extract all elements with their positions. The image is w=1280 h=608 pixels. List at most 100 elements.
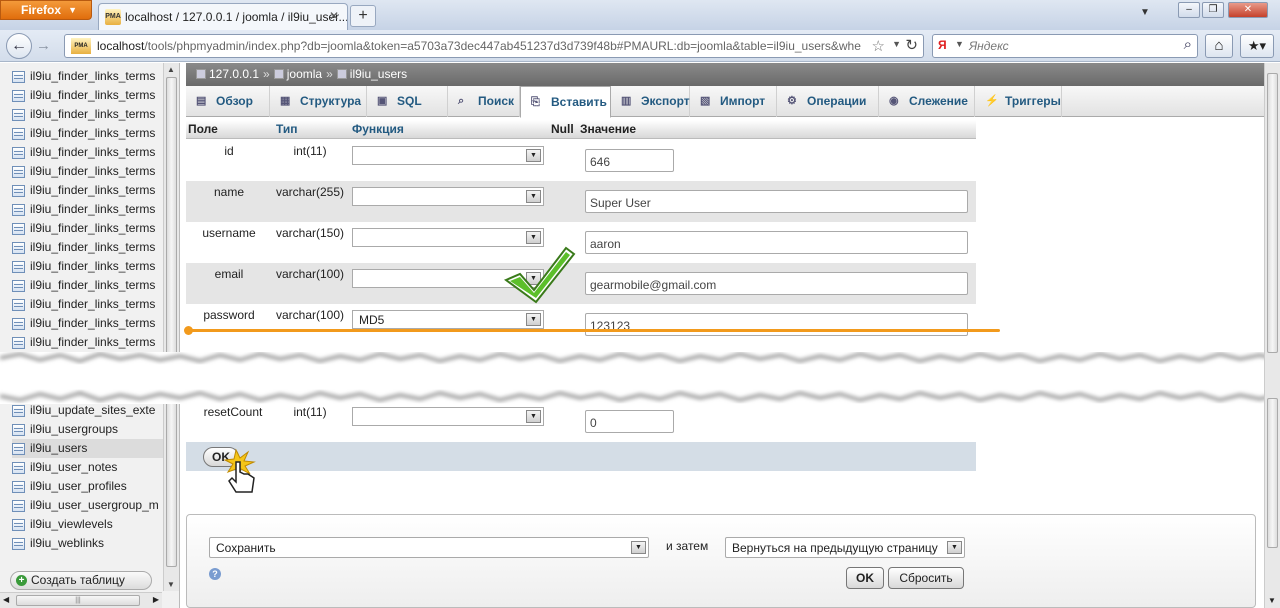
sidebar-table-item[interactable]: il9iu_usergroups	[12, 420, 172, 439]
browser-tab[interactable]: PMA localhost / 127.0.0.1 / joomla / il9…	[98, 3, 348, 30]
value-input[interactable]: 0	[585, 410, 674, 433]
value-input[interactable]: 646	[585, 149, 674, 172]
minimize-button[interactable]: –	[1178, 2, 1200, 18]
sidebar-table-item[interactable]: il9iu_finder_links_terms	[12, 295, 172, 314]
tab-operations[interactable]: ⚙ Операции	[777, 86, 879, 117]
search-field[interactable]: Я ▼ Яндекс ⌕	[932, 34, 1198, 58]
row-ok-bar: OK	[186, 442, 976, 471]
maximize-button[interactable]: ❐	[1202, 2, 1224, 18]
close-window-button[interactable]: ✕	[1228, 2, 1268, 18]
bookmarks-button[interactable]: ★▾	[1240, 34, 1274, 58]
home-button[interactable]: ⌂	[1205, 34, 1233, 58]
sidebar-table-item[interactable]: il9iu_weblinks	[12, 534, 172, 553]
bookmark-star-icon[interactable]: ☆	[868, 37, 885, 55]
sidebar-horizontal-scrollbar[interactable]: ◀ ||| ▶	[0, 592, 162, 608]
tab-sql[interactable]: ▣ SQL	[367, 86, 448, 117]
forward-button[interactable]: →	[36, 37, 51, 54]
sidebar-table-item[interactable]: il9iu_finder_links_terms	[12, 162, 172, 181]
scroll-left-icon[interactable]: ◀	[3, 595, 9, 604]
table-icon	[12, 337, 25, 349]
tab-insert[interactable]: ⎘ Вставить	[520, 86, 611, 118]
scroll-thumb[interactable]	[166, 77, 177, 357]
scroll-right-icon[interactable]: ▶	[153, 595, 159, 604]
help-icon[interactable]: ?	[209, 568, 221, 580]
sidebar-table-item[interactable]: il9iu_finder_links_terms	[12, 105, 172, 124]
sidebar-table-item[interactable]: il9iu_finder_links_terms	[12, 219, 172, 238]
chevron-down-icon: ▼	[526, 231, 541, 244]
firefox-menu-button[interactable]: Firefox ▼	[0, 0, 92, 20]
submit-ok-button[interactable]: OK	[846, 567, 884, 589]
sidebar-table-item[interactable]: il9iu_user_profiles	[12, 477, 172, 496]
scroll-thumb[interactable]	[166, 397, 177, 567]
sidebar-table-item[interactable]: il9iu_finder_links_terms	[12, 86, 172, 105]
sidebar-table-item[interactable]: il9iu_finder_links_terms	[12, 257, 172, 276]
sidebar-table-item[interactable]: il9iu_finder_links_terms	[12, 200, 172, 219]
tab-export[interactable]: ▥ Экспорт	[611, 86, 690, 117]
sidebar-table-item[interactable]: il9iu_finder_links_terms	[12, 238, 172, 257]
tab-search[interactable]: ⌕ Поиск	[448, 86, 520, 117]
value-input[interactable]: 123123	[585, 313, 968, 336]
sidebar-table-item[interactable]: il9iu_users	[12, 439, 172, 458]
breadcrumb-server[interactable]: 127.0.0.1	[209, 67, 259, 81]
scroll-thumb[interactable]	[1267, 73, 1278, 353]
scroll-up-icon[interactable]: ▲	[167, 65, 175, 74]
tab-browse[interactable]: ▤ Обзор	[186, 86, 270, 117]
breadcrumb-table[interactable]: il9iu_users	[350, 67, 407, 81]
breadcrumb-database[interactable]: joomla	[287, 67, 322, 81]
sidebar-table-item[interactable]: il9iu_finder_links_terms	[12, 181, 172, 200]
server-icon	[196, 69, 206, 79]
url-bar[interactable]: PMA localhost/tools/phpmyadmin/index.php…	[64, 34, 924, 58]
action-select[interactable]: Сохранить ▼	[209, 537, 649, 558]
sidebar-table-item[interactable]: il9iu_user_usergroup_m	[12, 496, 172, 515]
field-type: varchar(100)	[275, 308, 345, 322]
table-icon	[12, 424, 25, 436]
reload-icon[interactable]: ↻	[905, 36, 918, 54]
tab-list-icon[interactable]: ▼	[1140, 7, 1150, 18]
search-icon[interactable]: ⌕	[1184, 36, 1192, 53]
scroll-down-icon[interactable]: ▼	[1268, 596, 1276, 605]
tab-structure[interactable]: ▦ Структура	[270, 86, 367, 117]
function-select[interactable]: ▼	[352, 187, 544, 206]
search-engine-dropdown-icon[interactable]: ▼	[955, 39, 964, 49]
sidebar-table-item[interactable]: il9iu_finder_links_terms	[12, 314, 172, 333]
tab-import[interactable]: ▧ Импорт	[690, 86, 777, 117]
header-function[interactable]: Функция	[352, 122, 404, 136]
field-name: name	[213, 185, 245, 199]
reset-button[interactable]: Сбросить	[888, 567, 964, 589]
chevron-down-icon: ▼	[526, 272, 541, 285]
function-select[interactable]: ▼	[352, 407, 544, 426]
scroll-thumb[interactable]: |||	[16, 595, 140, 606]
sidebar-table-item[interactable]: il9iu_finder_links_terms	[12, 333, 172, 352]
create-table-button[interactable]: + Создать таблицу	[10, 571, 152, 590]
url-history-dropdown-icon[interactable]: ▼	[892, 39, 901, 49]
sidebar-table-item[interactable]: il9iu_finder_links_terms	[12, 276, 172, 295]
scroll-thumb[interactable]	[1267, 398, 1278, 548]
value-input[interactable]: Super User	[585, 190, 968, 213]
tab-tracking[interactable]: ◉ Слежение	[879, 86, 975, 117]
sidebar-table-item[interactable]: il9iu_viewlevels	[12, 515, 172, 534]
table-icon	[12, 166, 25, 178]
scroll-down-icon[interactable]: ▼	[167, 580, 175, 589]
close-tab-icon[interactable]: ✕	[329, 9, 339, 23]
sidebar-table-item[interactable]: il9iu_user_notes	[12, 458, 172, 477]
header-type[interactable]: Тип	[276, 122, 298, 136]
field-name: id	[224, 144, 234, 158]
new-tab-button[interactable]: +	[350, 5, 376, 27]
sidebar-table-item[interactable]: il9iu_finder_links_terms	[12, 124, 172, 143]
sidebar-table-item[interactable]: il9iu_finder_links_terms	[12, 67, 172, 86]
tab-triggers[interactable]: ⚡ Триггеры	[975, 86, 1062, 117]
value-input[interactable]: aaron	[585, 231, 968, 254]
function-select[interactable]: MD5 ▼	[352, 310, 544, 329]
insert-row-email: email varchar(100) ▼ gearmobile@gmail.com	[186, 263, 976, 304]
back-button[interactable]: ←	[6, 33, 32, 59]
sidebar-scrollbar[interactable]: ▲ ▼	[163, 63, 179, 591]
page-scrollbar[interactable]: ▼	[1264, 63, 1280, 608]
function-select[interactable]: ▼	[352, 269, 544, 288]
value-input[interactable]: gearmobile@gmail.com	[585, 272, 968, 295]
function-select[interactable]: ▼	[352, 146, 544, 165]
function-select[interactable]: ▼	[352, 228, 544, 247]
sidebar-table-item[interactable]: il9iu_finder_links_terms	[12, 143, 172, 162]
ok-button[interactable]: OK	[203, 447, 239, 467]
after-insert-select[interactable]: Вернуться на предыдущую страницу ▼	[725, 537, 965, 558]
field-name: username	[202, 226, 256, 240]
